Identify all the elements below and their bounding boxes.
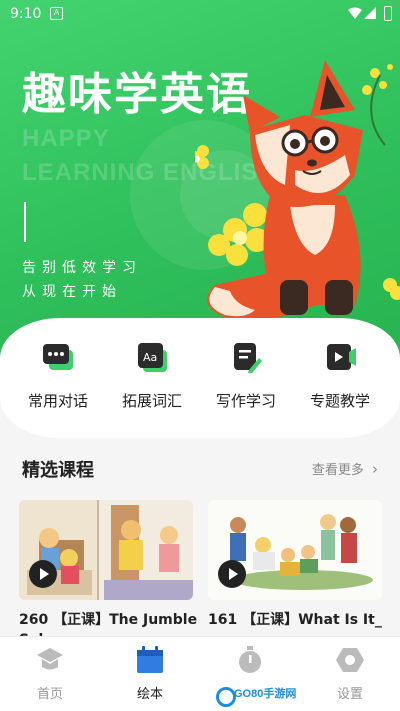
category-writing[interactable]: 写作学习 xyxy=(196,340,296,411)
play-icon[interactable] xyxy=(218,560,246,588)
svg-text:Aa: Aa xyxy=(143,351,157,364)
graduation-cap-icon xyxy=(35,645,65,675)
category-label: 拓展词汇 xyxy=(121,392,182,410)
stopwatch-icon xyxy=(235,645,265,675)
play-icon[interactable] xyxy=(29,560,57,588)
flower-icon xyxy=(208,203,269,266)
hero-banner: 9:10 A 趣味学英语 HAPPY LEARNING ENGLISH 告别低效… xyxy=(0,0,400,360)
course-card[interactable]: 260 【正课】The Jumble Sale xyxy=(19,500,197,650)
category-label: 专题教学 xyxy=(309,392,370,410)
category-topic-teaching[interactable]: 专题教学 xyxy=(290,340,390,411)
course-thumbnail xyxy=(208,500,382,600)
fox-illustration xyxy=(195,60,400,320)
course-card[interactable]: 161 【正课】What Is It_ xyxy=(208,500,382,630)
nav-timer[interactable] xyxy=(200,645,300,683)
hero-slogan-line1: 告别低效学习 xyxy=(22,260,142,276)
chat-icon xyxy=(41,340,75,374)
battery-icon xyxy=(384,6,392,21)
category-common-dialogue[interactable]: 常用对话 xyxy=(8,340,108,411)
category-card: 常用对话 Aa 拓展词汇 写作学习 专题教学 xyxy=(0,318,400,438)
bottom-nav: 首页 绘本 设置 xyxy=(0,636,400,711)
chevron-right-icon: › xyxy=(372,460,378,478)
vocabulary-icon: Aa xyxy=(135,340,169,374)
calendar-book-icon xyxy=(135,645,165,675)
hero-slogan: 告别低效学习 从现在开始 xyxy=(22,256,142,304)
signal-icon xyxy=(364,7,376,19)
course-thumbnail xyxy=(19,500,193,600)
wifi-icon xyxy=(348,7,362,19)
status-bar: 9:10 A xyxy=(0,0,400,28)
notification-app-icon: A xyxy=(50,7,63,20)
video-lesson-icon xyxy=(323,340,357,374)
nav-home[interactable]: 首页 xyxy=(0,645,100,702)
writing-icon xyxy=(229,340,263,374)
section-title: 精选课程 xyxy=(22,460,94,481)
category-vocabulary[interactable]: Aa 拓展词汇 xyxy=(102,340,202,411)
hero-divider xyxy=(24,202,26,242)
status-time: 9:10 xyxy=(10,6,42,22)
see-more-label: 查看更多 xyxy=(311,463,364,478)
see-more-link[interactable]: 查看更多 › xyxy=(312,459,378,478)
category-label: 常用对话 xyxy=(27,392,88,410)
nav-label: 绘本 xyxy=(136,687,163,702)
category-label: 写作学习 xyxy=(215,392,276,410)
settings-hexagon-icon xyxy=(335,645,365,675)
nav-label: 首页 xyxy=(36,687,63,702)
hero-slogan-line2: 从现在开始 xyxy=(22,284,122,300)
nav-picture-books[interactable]: 绘本 xyxy=(100,645,200,702)
watermark-logo: GO80手游网 xyxy=(212,684,322,707)
course-title: 161 【正课】What Is It_ xyxy=(208,612,382,628)
